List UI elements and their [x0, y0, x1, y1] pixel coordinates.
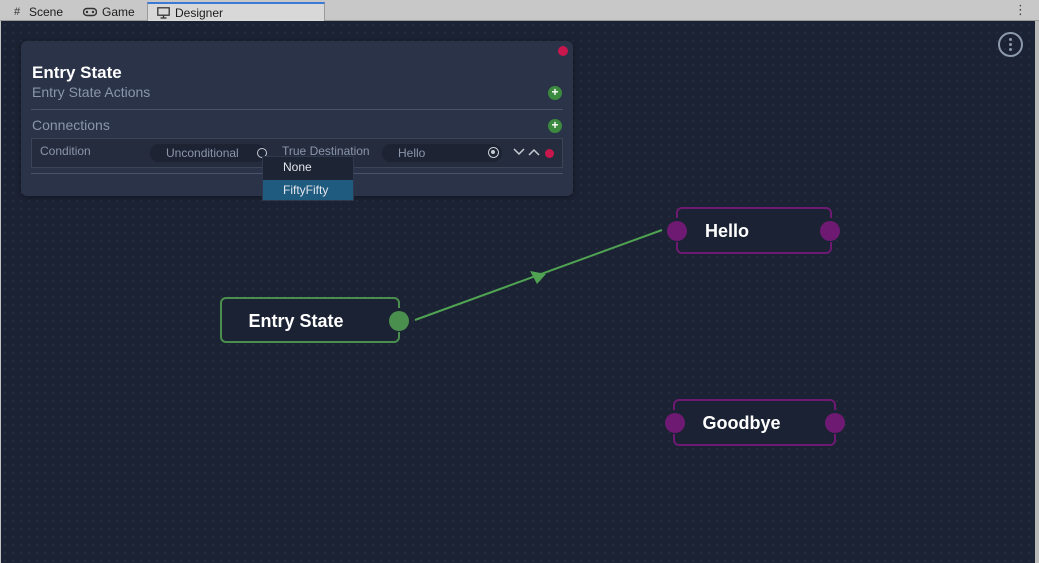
true-destination-value: Hello: [398, 146, 426, 160]
target-picker-icon[interactable]: [488, 147, 499, 158]
hello-output-port[interactable]: [820, 221, 840, 241]
dropdown-option-none[interactable]: None: [263, 157, 353, 177]
move-up-chevron-icon[interactable]: [527, 147, 541, 159]
condition-value: Unconditional: [166, 146, 239, 160]
remove-connection-icon[interactable]: [545, 149, 554, 158]
condition-dropdown-menu: None FiftyFifty: [262, 156, 354, 201]
goodbye-node-label: Goodbye: [702, 413, 781, 433]
move-down-chevron-icon[interactable]: [512, 147, 526, 159]
true-destination-field[interactable]: Hello: [382, 144, 502, 162]
divider: [31, 109, 563, 110]
condition-label: Condition: [40, 144, 91, 158]
actions-label: Entry State Actions: [32, 84, 151, 100]
close-panel-icon[interactable]: [558, 46, 568, 56]
hello-state-node[interactable]: Hello: [676, 207, 832, 254]
entry-output-port[interactable]: [389, 311, 409, 331]
add-connection-plus-icon[interactable]: +: [548, 119, 562, 133]
entry-state-node[interactable]: Entry State: [220, 297, 400, 343]
panel-title: Entry State: [32, 63, 122, 82]
goodbye-state-node[interactable]: Goodbye: [673, 399, 836, 446]
add-action-plus-icon[interactable]: +: [548, 86, 562, 100]
entry-node-label: Entry State: [248, 311, 344, 331]
hello-input-port[interactable]: [667, 221, 687, 241]
dropdown-option-fiftyfifty[interactable]: FiftyFifty: [263, 180, 353, 200]
goodbye-output-port[interactable]: [825, 413, 845, 433]
connections-label: Connections: [32, 117, 110, 133]
condition-field[interactable]: Unconditional: [150, 144, 267, 162]
goodbye-input-port[interactable]: [665, 413, 685, 433]
